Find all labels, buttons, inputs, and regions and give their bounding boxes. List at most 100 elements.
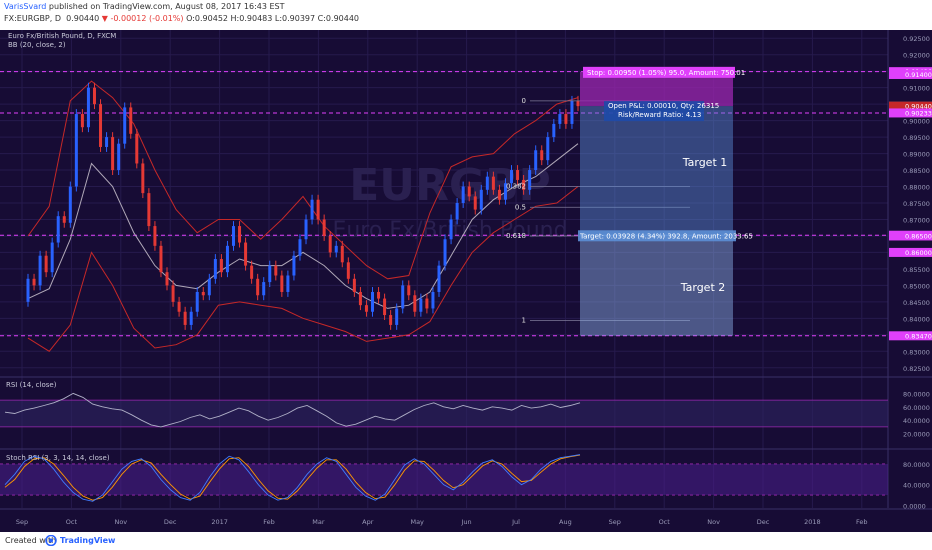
target1-text: Target 1 [682,156,728,169]
symbol-line: FX:EURGBP, D 0.90440 ▼ -0.00012 (-0.01%)… [4,14,359,23]
open-pnl-label: Open P&L: 0.00010, Qty: 26315 [608,102,719,110]
candle-body [322,219,326,236]
candle-body [238,226,242,243]
candle-body [576,100,580,107]
candle-body [256,278,260,296]
candle-body [135,133,139,164]
candle-body [50,242,54,273]
candle-body [479,189,483,210]
price-tag: 0.86000 [905,249,932,257]
candle-body [304,219,308,240]
price-axis-label: 0.88500 [903,167,930,175]
candle-body [346,262,350,279]
candle-body [44,255,48,273]
price-tag: 0.90233 [905,109,932,117]
candle-body [123,107,127,144]
candle-body [92,87,96,105]
chart-title: Euro Fx/British Pound, D, FXCM [8,32,116,40]
rsi-title: RSI (14, close) [6,381,57,389]
time-axis-label: Dec [164,518,177,526]
candle-body [74,114,78,187]
time-axis-label: Sep [609,518,621,526]
candle-body [371,291,375,312]
candle-body [111,137,115,171]
candle-body [201,291,205,296]
candle-body [401,285,405,309]
candle-body [292,255,296,276]
price-tag: 0.91400 [905,71,932,79]
price-change: -0.00012 (-0.01%) [110,14,184,23]
candle-body [268,265,272,283]
candle-body [546,137,550,161]
fib-level-label: 0.5 [515,203,526,211]
candle-body [340,245,344,263]
candle-body [183,311,187,325]
candle-body [62,216,66,223]
candle-body [32,278,36,286]
price-tag: 0.86500 [905,232,932,240]
rsi-axis-label: 40.0000 [903,417,930,425]
candle-body [213,259,217,279]
rsi-axis-label: 20.0000 [903,431,930,439]
candle-body [328,235,332,253]
candle-body [455,203,459,220]
price-axis-label: 0.92500 [903,35,930,43]
candle-body [262,282,266,296]
candle-body [352,278,356,292]
candle-body [250,265,254,279]
price-axis-label: 0.85000 [903,282,930,290]
candle-body [207,278,211,296]
time-axis-label: Aug [559,518,572,526]
tradingview-logo-icon [45,535,57,546]
candle-body [298,239,302,256]
time-axis-label: Jun [461,518,472,526]
candle-body [419,298,423,312]
candle-body [286,275,290,292]
target-label: Target: 0.03928 (4.34%) 392.8, Amount: 2… [579,232,753,240]
candle-body [377,291,381,299]
time-axis-label: Feb [263,518,275,526]
bb-indicator-label: BB (20, close, 2) [8,41,66,49]
candle-body [516,170,520,180]
candle-body [159,245,163,273]
candle-body [389,315,393,325]
tradingview-link[interactable]: TradingView [60,536,115,545]
stoch-band-bg [0,463,888,496]
time-axis-label: Oct [66,518,78,526]
candle-body [56,216,60,243]
chart-area[interactable]: 0.925000.920000.915000.910000.905000.900… [0,30,932,532]
time-axis-label: May [410,518,424,526]
candle-body [473,196,477,210]
candle-body [244,242,248,266]
candle-body [147,193,151,227]
candle-body [510,170,514,184]
candle-body [534,150,538,171]
candle-body [99,104,103,147]
price-axis-label: 0.92000 [903,52,930,60]
candle-body [225,245,229,273]
candle-body [564,114,568,124]
candle-body [171,285,175,302]
time-axis-label: Apr [362,518,374,526]
candle-body [552,123,556,138]
candle-body [443,239,447,266]
candle-body [86,87,90,128]
price-axis-label: 0.82500 [903,365,930,373]
price-axis-label: 0.84500 [903,299,930,307]
candle-body [395,308,399,325]
ohlc-values: O:0.90452 H:0.90483 L:0.90397 C:0.90440 [186,14,360,23]
candle-body [558,114,562,124]
candle-body [383,298,387,316]
price-axis-label: 0.91000 [903,85,930,93]
target1-zone [580,106,733,236]
time-axis-label: Mar [312,518,325,526]
time-axis-label: Nov [114,518,127,526]
chart-canvas[interactable]: 0.925000.920000.915000.910000.905000.900… [0,30,932,532]
candle-body [485,176,489,190]
author-link[interactable]: VarisSvard [4,2,46,11]
candle-body [26,278,30,302]
time-axis-label: 2017 [211,518,228,526]
price-axis-label: 0.89000 [903,151,930,159]
chart-header: VarisSvard published on TradingView.com,… [0,0,932,30]
price-tag: 0.83470 [905,332,932,340]
